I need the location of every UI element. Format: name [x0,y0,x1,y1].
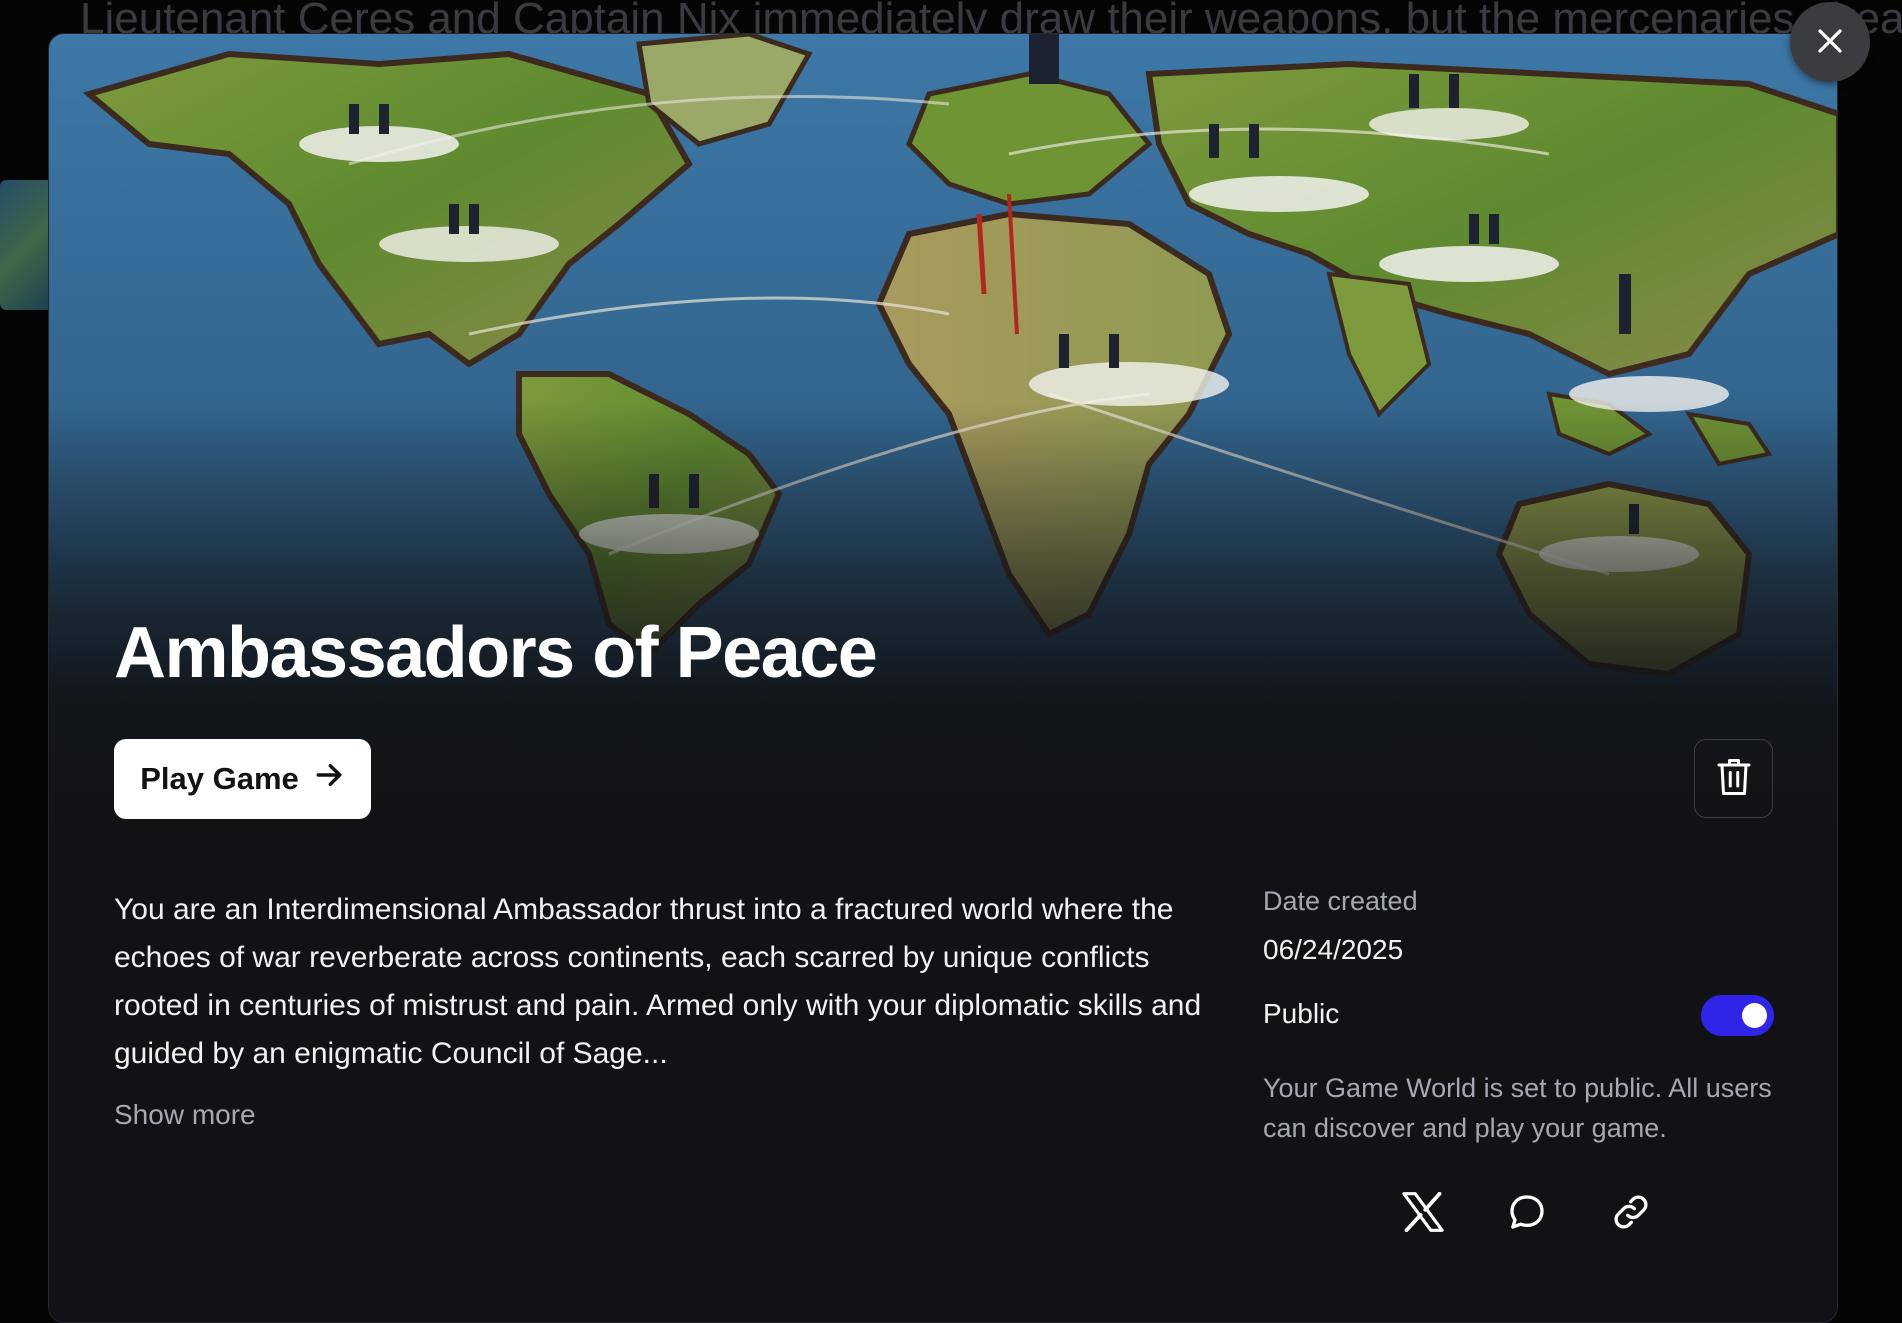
public-toggle[interactable] [1701,995,1774,1036]
hero-gradient-overlay [49,34,1837,854]
play-game-label: Play Game [140,761,299,796]
share-chat-button[interactable] [1495,1184,1559,1244]
public-status-note: Your Game World is set to public. All us… [1263,1073,1772,1143]
close-modal-button[interactable] [1790,2,1870,82]
hero-image [49,34,1837,854]
x-logo-icon [1402,1191,1444,1237]
arrow-right-icon [313,759,345,799]
share-x-button[interactable] [1391,1184,1455,1244]
show-more-link[interactable]: Show more [114,1099,256,1131]
chat-bubble-icon [1507,1192,1547,1237]
date-created-value: 06/24/2025 [1263,934,1404,965]
game-title: Ambassadors of Peace [114,613,878,693]
game-description: You are an Interdimensional Ambassador t… [114,893,1202,1070]
play-game-button[interactable]: Play Game [114,739,371,819]
toggle-knob [1742,1003,1767,1028]
copy-link-button[interactable] [1599,1184,1663,1244]
close-icon [1815,26,1845,59]
trash-icon [1716,757,1752,800]
game-detail-modal: Ambassadors of Peace Play Game You are a… [48,33,1838,1323]
share-actions [1391,1184,1663,1244]
date-created-label: Date created [1263,886,1418,916]
link-icon [1611,1192,1651,1237]
public-label: Public [1263,998,1340,1029]
delete-game-button[interactable] [1694,739,1773,818]
